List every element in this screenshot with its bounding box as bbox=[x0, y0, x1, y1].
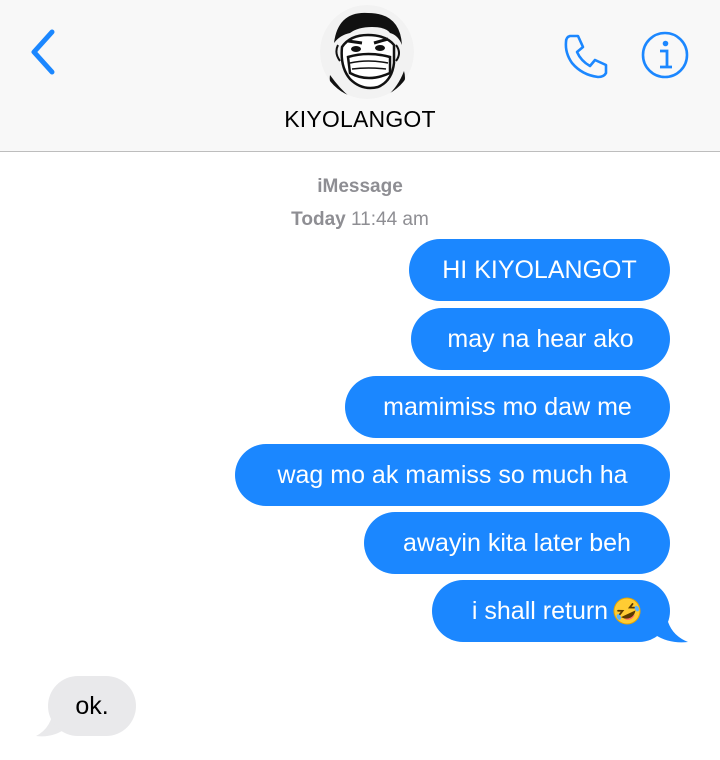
contact-avatar[interactable] bbox=[320, 5, 414, 99]
conversation-header: KIYOLANGOT bbox=[0, 0, 720, 152]
outgoing-message-bubble[interactable]: wag mo ak mamiss so much ha bbox=[235, 444, 670, 506]
phone-icon[interactable] bbox=[560, 30, 612, 82]
info-icon[interactable] bbox=[640, 30, 690, 80]
timestamp-day: Today bbox=[291, 209, 346, 230]
contact-name[interactable]: KIYOLANGOT bbox=[0, 106, 720, 133]
outgoing-message-bubble[interactable]: awayin kita later beh bbox=[364, 512, 670, 574]
timestamp: Today 11:44 am bbox=[0, 209, 720, 231]
outgoing-message-bubble[interactable]: HI KIYOLANGOT bbox=[409, 239, 670, 301]
service-label: iMessage bbox=[317, 176, 403, 197]
rolling-on-the-floor-laughing-emoji bbox=[613, 597, 641, 625]
outgoing-message-bubble[interactable]: may na hear ako bbox=[411, 308, 670, 370]
timestamp-time: 11:44 am bbox=[351, 209, 429, 230]
message-text: i shall return bbox=[471, 597, 609, 625]
outgoing-message-bubble[interactable]: mamimiss mo daw me bbox=[345, 376, 670, 438]
chevron-left-icon[interactable] bbox=[24, 24, 64, 80]
incoming-message-bubble[interactable]: ok. bbox=[48, 676, 136, 736]
